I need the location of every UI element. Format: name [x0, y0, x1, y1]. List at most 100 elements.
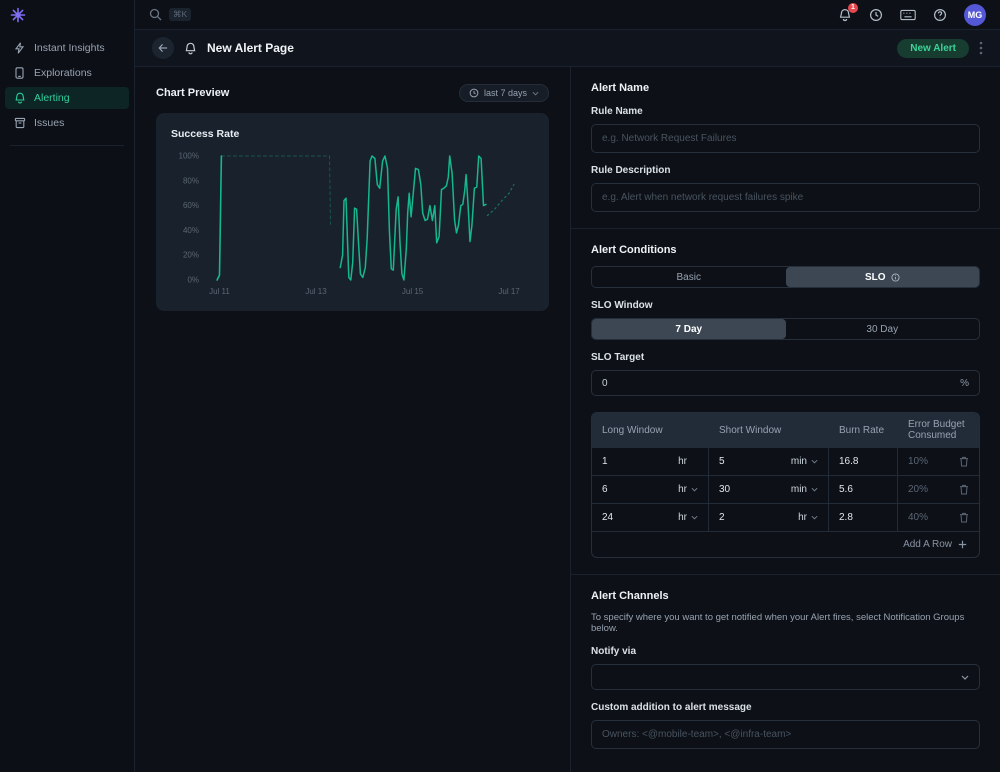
long-unit-dropdown[interactable]: hr	[678, 512, 698, 523]
sidebar-item-label: Explorations	[34, 67, 92, 79]
percent-suffix: %	[960, 378, 969, 389]
sidebar-item-explorations[interactable]: Explorations	[5, 62, 129, 84]
sidebar: Instant Insights Explorations Alerting I…	[0, 0, 135, 772]
sidebar-item-label: Instant Insights	[34, 42, 105, 54]
avatar[interactable]: MG	[964, 4, 986, 26]
rule-description-label: Rule Description	[591, 165, 980, 176]
burn-rate-table: Long Window Short Window Burn Rate Error…	[591, 412, 980, 558]
alert-conditions-section: Alert Conditions Basic SLO SLO Window 7 …	[571, 228, 1000, 574]
error-budget-value: 20%	[908, 484, 928, 495]
time-range-dropdown[interactable]: last 7 days	[459, 84, 549, 102]
table-row: 6 hr 30 min 5.6 20%	[592, 475, 979, 503]
col-long-window: Long Window	[592, 413, 709, 447]
slo-window-segment: 7 Day 30 Day	[591, 318, 980, 340]
delete-row-button[interactable]	[959, 484, 969, 495]
burn-rate-value: 5.6	[839, 484, 853, 495]
svg-text:Jul 17: Jul 17	[498, 287, 520, 296]
svg-text:Jul 11: Jul 11	[209, 287, 230, 296]
chart-preview-panel: Chart Preview last 7 days Success Rate 1…	[135, 67, 570, 772]
slo-window-label: SLO Window	[591, 300, 980, 311]
rule-name-input[interactable]	[591, 124, 980, 153]
col-short-window: Short Window	[709, 413, 829, 447]
form-actions: Save Alert Rule Cancel	[571, 765, 1000, 772]
burn-rate-value: 2.8	[839, 512, 853, 523]
main-area: ⌘K 1	[135, 0, 1000, 772]
search-shortcut-badge: ⌘K	[169, 8, 191, 21]
back-button[interactable]	[152, 37, 174, 59]
window-7day[interactable]: 7 Day	[592, 319, 786, 339]
short-window-value[interactable]: 5	[719, 456, 725, 467]
time-range-label: last 7 days	[484, 88, 527, 98]
col-error-budget: Error Budget Consumed	[898, 413, 979, 447]
long-unit-dropdown[interactable]: hr	[678, 484, 698, 495]
tab-basic[interactable]: Basic	[592, 267, 786, 287]
rule-description-input[interactable]	[591, 183, 980, 212]
svg-text:40%: 40%	[183, 226, 199, 235]
chart-title: Success Rate	[171, 128, 534, 140]
short-window-value[interactable]: 2	[719, 512, 725, 523]
sidebar-item-instant-insights[interactable]: Instant Insights	[5, 37, 129, 59]
alert-bell-icon	[184, 42, 197, 55]
notifications-button[interactable]: 1	[838, 8, 852, 22]
burn-rate-value: 16.8	[839, 456, 858, 467]
error-budget-value: 40%	[908, 512, 928, 523]
tab-slo[interactable]: SLO	[786, 267, 980, 287]
kebab-menu-icon[interactable]	[979, 41, 983, 55]
bell-icon	[13, 92, 26, 104]
archive-icon	[13, 117, 26, 129]
long-window-value[interactable]: 1	[602, 456, 608, 467]
svg-text:Jul 15: Jul 15	[402, 287, 424, 296]
sidebar-item-label: Issues	[34, 117, 64, 129]
shortcuts-button[interactable]	[900, 9, 916, 21]
notify-via-select[interactable]	[591, 664, 980, 690]
alert-channels-section: Alert Channels To specify where you want…	[571, 574, 1000, 765]
page-header: New Alert Page New Alert	[135, 30, 1000, 67]
add-row-button[interactable]: Add A Row	[592, 531, 979, 557]
alert-channels-heading: Alert Channels	[591, 590, 980, 602]
short-unit-dropdown[interactable]: min	[791, 484, 818, 495]
long-unit-dropdown[interactable]: hr	[678, 456, 698, 467]
long-window-value[interactable]: 6	[602, 484, 608, 495]
custom-message-input[interactable]	[591, 720, 980, 749]
short-unit-dropdown[interactable]: hr	[798, 512, 818, 523]
sidebar-nav: Instant Insights Explorations Alerting I…	[0, 33, 134, 138]
alert-name-heading: Alert Name	[591, 82, 980, 94]
new-alert-button[interactable]: New Alert	[897, 39, 969, 58]
sidebar-item-alerting[interactable]: Alerting	[5, 87, 129, 109]
chart-preview-title: Chart Preview	[156, 87, 229, 99]
delete-row-button[interactable]	[959, 512, 969, 523]
alert-conditions-heading: Alert Conditions	[591, 244, 980, 256]
short-window-value[interactable]: 30	[719, 484, 730, 495]
app-logo-icon	[0, 0, 134, 33]
help-button[interactable]	[933, 8, 947, 22]
notify-via-label: Notify via	[591, 646, 980, 657]
history-button[interactable]	[869, 8, 883, 22]
chevron-down-icon	[532, 91, 539, 96]
notification-count-badge: 1	[848, 3, 858, 13]
svg-text:20%: 20%	[183, 251, 199, 260]
keyboard-icon	[900, 9, 916, 21]
alert-channels-description: To specify where you want to get notifie…	[591, 612, 980, 634]
window-30day[interactable]: 30 Day	[786, 319, 980, 339]
short-unit-dropdown[interactable]: min	[791, 456, 818, 467]
col-burn-rate: Burn Rate	[829, 413, 898, 447]
slo-target-label: SLO Target	[591, 352, 980, 363]
alert-name-section: Alert Name Rule Name Rule Description	[571, 67, 1000, 228]
svg-text:80%: 80%	[183, 176, 199, 185]
page-title: New Alert Page	[207, 41, 294, 55]
content: Chart Preview last 7 days Success Rate 1…	[135, 67, 1000, 772]
svg-text:60%: 60%	[183, 201, 199, 210]
slo-target-field: %	[591, 370, 980, 396]
sidebar-item-issues[interactable]: Issues	[5, 112, 129, 134]
slo-target-input[interactable]	[602, 378, 960, 389]
table-row: 1 hr 5 min 16.8 10%	[592, 447, 979, 475]
chevron-down-icon	[961, 675, 969, 680]
topbar-actions: 1 MG	[838, 4, 986, 26]
help-icon	[933, 8, 947, 22]
svg-text:100%: 100%	[179, 152, 199, 161]
svg-text:0%: 0%	[187, 276, 199, 285]
long-window-value[interactable]: 24	[602, 512, 613, 523]
delete-row-button[interactable]	[959, 456, 969, 467]
search-icon	[149, 8, 162, 21]
search-input[interactable]: ⌘K	[149, 8, 191, 21]
